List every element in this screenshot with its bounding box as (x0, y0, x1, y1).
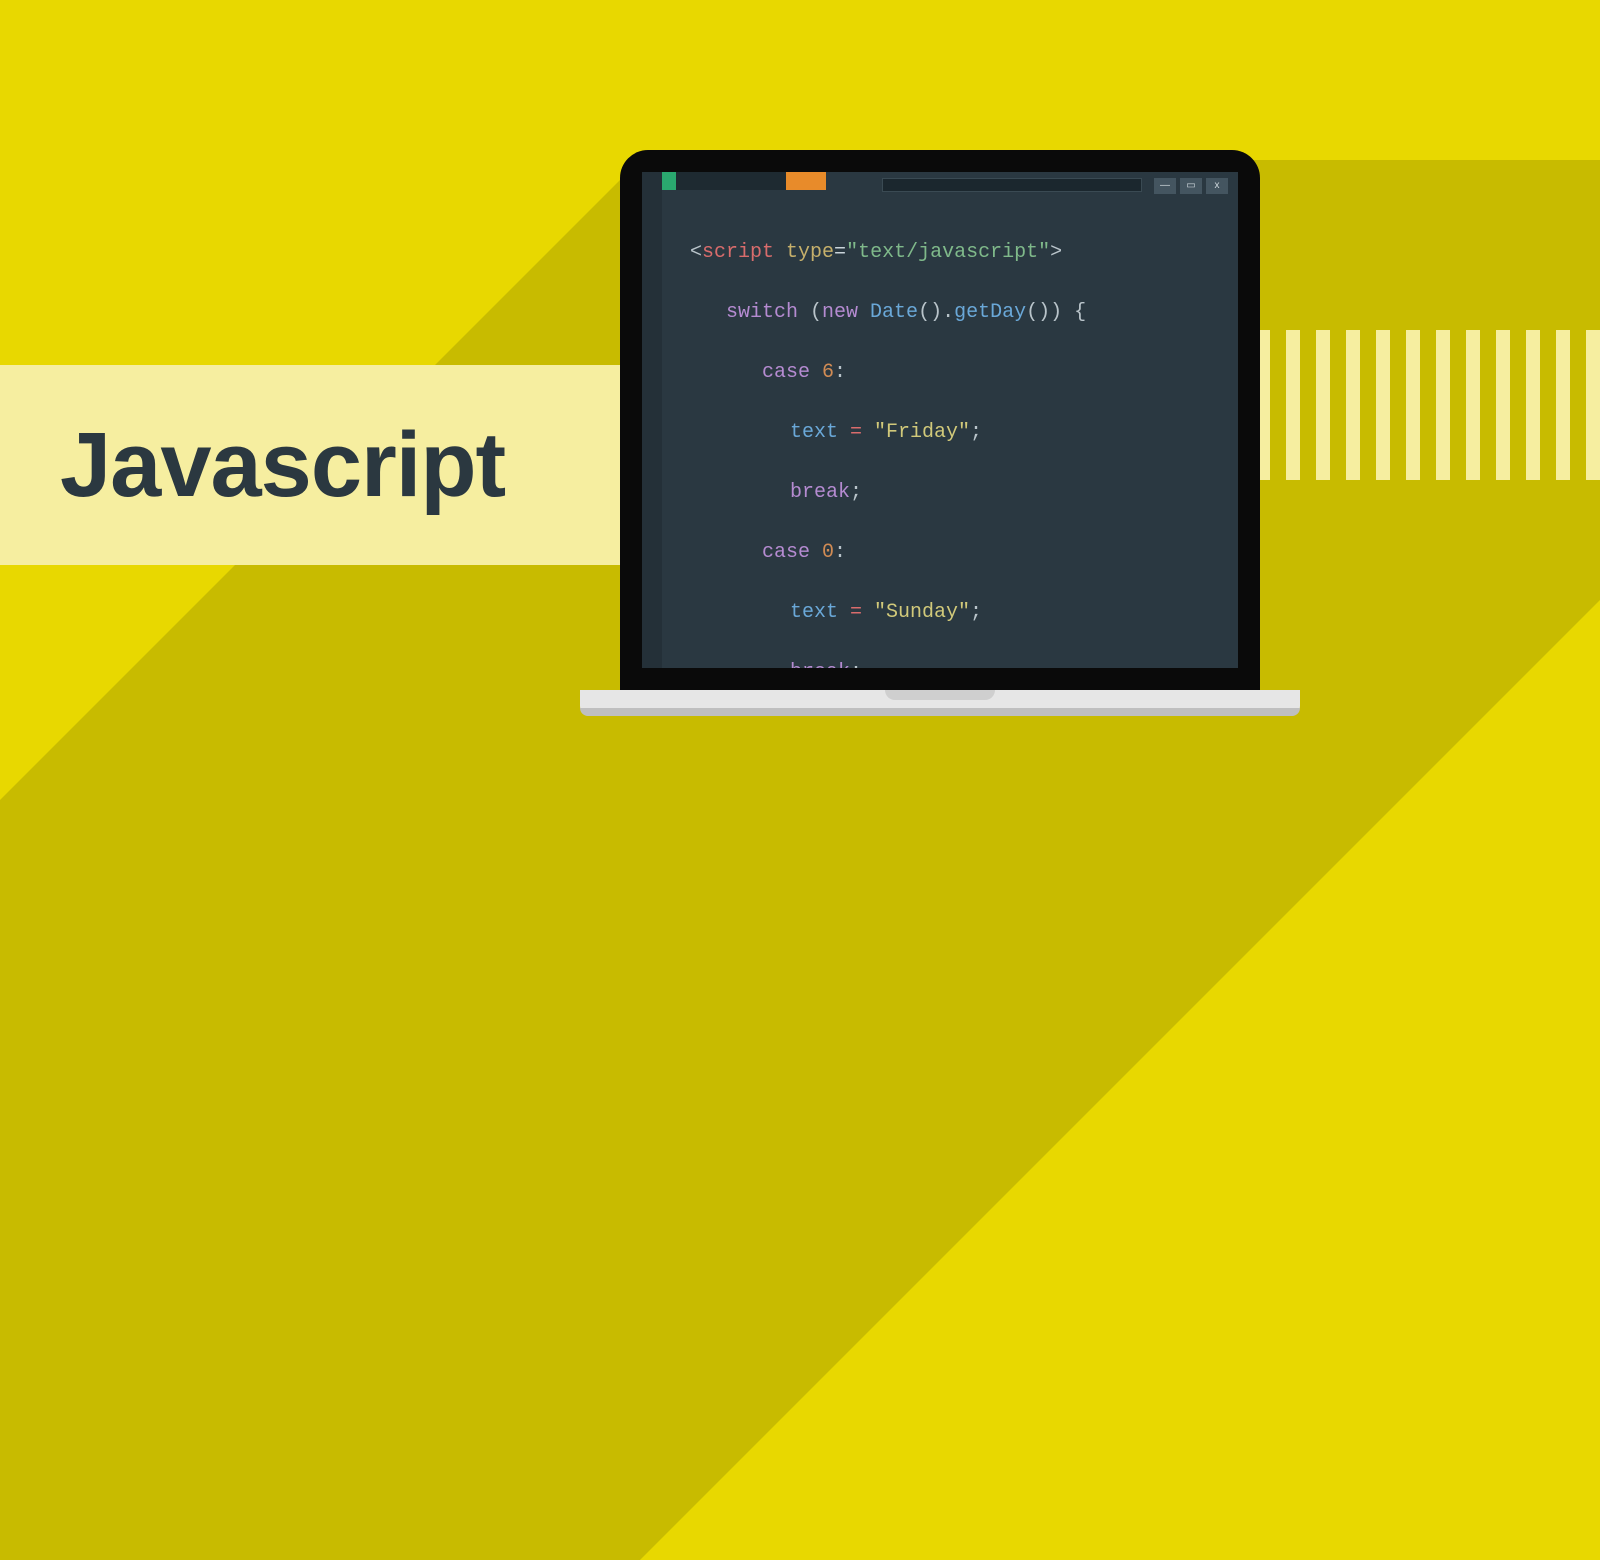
editor-screen: — ▭ x <script type="text/javascript"> sw… (642, 172, 1238, 668)
minimize-button[interactable]: — (1154, 178, 1176, 194)
page-title: Javascript (60, 413, 505, 518)
code-block: <script type="text/javascript"> switch (… (690, 208, 1090, 668)
maximize-button[interactable]: ▭ (1180, 178, 1202, 194)
editor-gutter (642, 172, 662, 668)
editor-tabs (662, 172, 826, 190)
window-controls: — ▭ x (1154, 178, 1228, 194)
close-button[interactable]: x (1206, 178, 1228, 194)
address-bar[interactable] (882, 178, 1142, 192)
laptop: — ▭ x <script type="text/javascript"> sw… (620, 150, 1300, 716)
ticks-right (1256, 330, 1600, 480)
laptop-base (580, 690, 1300, 716)
screen-bezel: — ▭ x <script type="text/javascript"> sw… (620, 150, 1260, 690)
title-strip: Javascript (0, 365, 660, 565)
